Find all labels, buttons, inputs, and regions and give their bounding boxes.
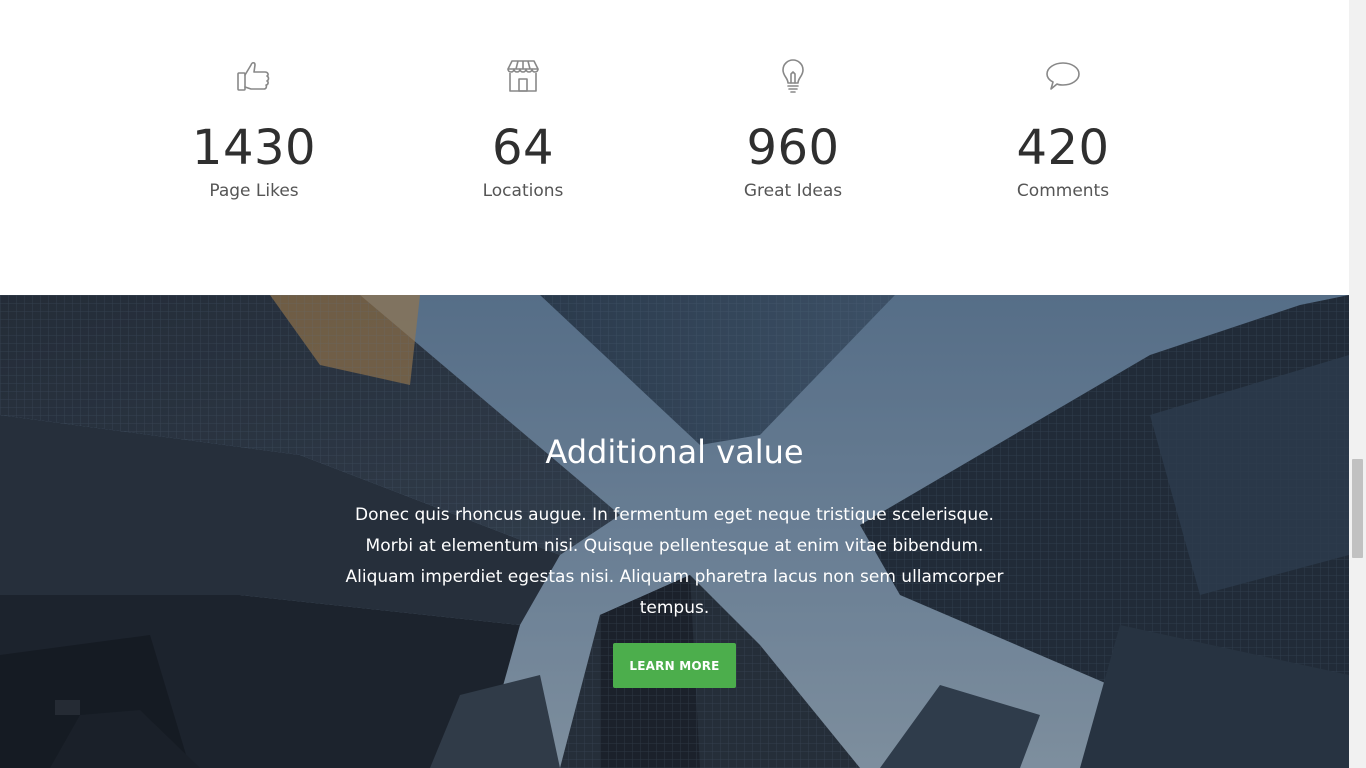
stat-value: 420: [1016, 120, 1110, 176]
additional-value-section: Additional value Donec quis rhoncus augu…: [0, 295, 1349, 768]
section-description: Donec quis rhoncus augue. In fermentum e…: [345, 505, 1004, 618]
learn-more-button[interactable]: LEARN MORE: [613, 643, 736, 688]
scrollbar-thumb[interactable]: [1352, 459, 1363, 558]
stat-value: 960: [746, 120, 840, 176]
section-title: Additional value: [545, 433, 804, 471]
page: 1430 Page Likes 64 Locations 960 Great I…: [0, 0, 1349, 768]
stat-value: 64: [491, 120, 555, 176]
stat-label: Locations: [482, 181, 564, 201]
stat-label: Comments: [1016, 181, 1110, 201]
lightbulb-icon: [773, 56, 813, 96]
thumbs-up-icon: [234, 56, 274, 96]
stats-section: 1430 Page Likes 64 Locations 960 Great I…: [0, 0, 1349, 295]
stat-label: Page Likes: [209, 181, 299, 201]
store-icon: [503, 56, 543, 96]
stat-label: Great Ideas: [743, 181, 843, 201]
speech-bubble-icon: [1043, 56, 1083, 96]
vertical-scrollbar[interactable]: [1349, 0, 1366, 768]
stat-value: 1430: [191, 120, 317, 176]
